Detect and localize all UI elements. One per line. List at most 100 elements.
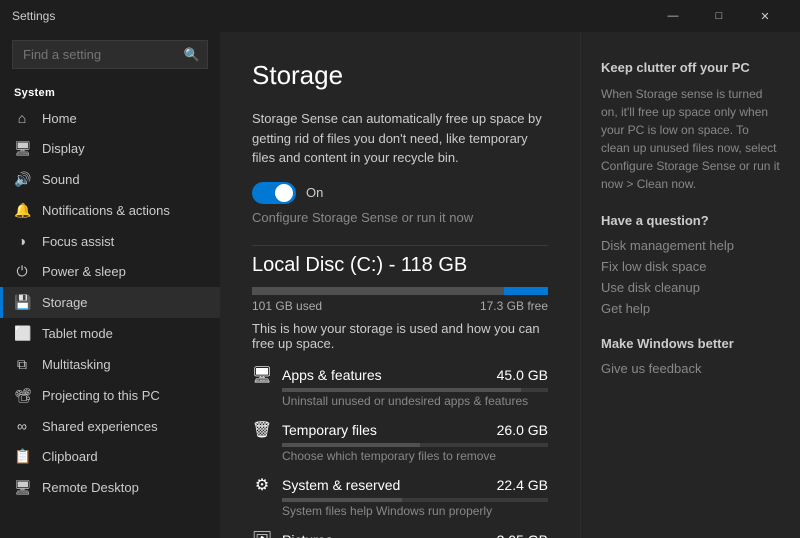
disk-bar-free	[504, 287, 548, 295]
sidebar-item-display[interactable]: 🖥 Display	[0, 133, 220, 164]
sidebar-item-remote[interactable]: 🖥 Remote Desktop	[0, 472, 220, 503]
panel-link[interactable]: Fix low disk space	[601, 259, 780, 274]
storage-item-bar-fill	[282, 388, 521, 392]
content-area: Storage Storage Sense can automatically …	[220, 32, 580, 538]
panel-section1-title: Keep clutter off your PC	[601, 60, 780, 75]
storage-item-bar-fill	[282, 498, 402, 502]
storage-item-bar-fill	[282, 443, 420, 447]
sidebar-item-multitasking[interactable]: ⧉ Multitasking	[0, 349, 220, 380]
sidebar-item-power-label: Power & sleep	[42, 264, 126, 279]
storage-item-header: 🗑 Temporary files 26.0 GB	[252, 420, 548, 440]
storage-item[interactable]: 🖼 Pictures 3.05 GB Manage the Pictures f…	[252, 530, 548, 538]
storage-item-desc: Uninstall unused or undesired apps & fea…	[282, 394, 548, 408]
storage-sense-toggle[interactable]	[252, 182, 296, 204]
sidebar-item-notifications-label: Notifications & actions	[42, 203, 170, 218]
maximize-button[interactable]: □	[696, 0, 742, 32]
sidebar-item-tablet[interactable]: ⬜ Tablet mode	[0, 318, 220, 349]
storage-item-name: Pictures	[282, 532, 468, 538]
shared-icon: ∞	[14, 418, 30, 434]
sidebar-item-home-label: Home	[42, 111, 77, 126]
remote-icon: 🖥	[14, 479, 30, 496]
sidebar-item-storage[interactable]: 💾 Storage	[0, 287, 220, 318]
titlebar-controls: — □ ✕	[650, 0, 788, 32]
disk-free-label: 17.3 GB free	[480, 299, 548, 313]
close-button[interactable]: ✕	[742, 0, 788, 32]
sidebar-section-label: System	[0, 81, 220, 103]
panel-section3: Make Windows better Give us feedback	[601, 336, 780, 376]
tablet-icon: ⬜	[14, 325, 30, 342]
clipboard-icon: 📋	[14, 448, 30, 465]
sidebar-item-projecting[interactable]: 📽 Projecting to this PC	[0, 380, 220, 411]
sidebar-item-shared[interactable]: ∞ Shared experiences	[0, 411, 220, 441]
sidebar-item-clipboard[interactable]: 📋 Clipboard	[0, 441, 220, 472]
storage-item-header: ⚙ System & reserved 22.4 GB	[252, 475, 548, 495]
minimize-button[interactable]: —	[650, 0, 696, 32]
panel-link[interactable]: Get help	[601, 301, 780, 316]
storage-item-desc: Choose which temporary files to remove	[282, 449, 548, 463]
panel-link[interactable]: Use disk cleanup	[601, 280, 780, 295]
storage-item-icon: 🖥	[252, 365, 272, 385]
display-icon: 🖥	[14, 140, 30, 157]
storage-item-desc: System files help Windows run properly	[282, 504, 548, 518]
storage-item-size: 22.4 GB	[478, 477, 548, 493]
notifications-icon: 🔔	[14, 202, 30, 219]
feedback-link[interactable]: Give us feedback	[601, 361, 780, 376]
storage-item-bar	[282, 388, 548, 392]
sidebar: 🔍 System ⌂ Home 🖥 Display 🔊 Sound 🔔 Noti…	[0, 32, 220, 538]
disk-bar-used	[252, 287, 504, 295]
disk-labels: 101 GB used 17.3 GB free	[252, 299, 548, 313]
storage-item-bar	[282, 498, 548, 502]
storage-item-name: Temporary files	[282, 422, 468, 438]
sidebar-item-focus[interactable]: ◑ Focus assist	[0, 226, 220, 256]
configure-link[interactable]: Configure Storage Sense or run it now	[252, 210, 548, 225]
sidebar-item-clipboard-label: Clipboard	[42, 449, 98, 464]
search-container: 🔍	[12, 40, 208, 69]
projecting-icon: 📽	[14, 387, 30, 404]
panel-section2: Have a question? Disk management help Fix…	[601, 213, 780, 316]
panel-link[interactable]: Disk management help	[601, 238, 780, 253]
storage-item-name: Apps & features	[282, 367, 468, 383]
panel-links-list: Disk management help Fix low disk space Us…	[601, 238, 780, 316]
multitasking-icon: ⧉	[14, 356, 30, 373]
sidebar-item-display-label: Display	[42, 141, 85, 156]
search-input[interactable]	[12, 40, 208, 69]
sidebar-item-home[interactable]: ⌂ Home	[0, 103, 220, 133]
sidebar-item-multitasking-label: Multitasking	[42, 357, 111, 372]
sidebar-item-focus-label: Focus assist	[42, 234, 114, 249]
storage-item-bar	[282, 443, 548, 447]
storage-item-header: 🖥 Apps & features 45.0 GB	[252, 365, 548, 385]
toggle-label: On	[306, 185, 323, 200]
storage-icon: 💾	[14, 294, 30, 311]
storage-item-size: 26.0 GB	[478, 422, 548, 438]
search-icon: 🔍	[184, 47, 200, 63]
toggle-row: On	[252, 182, 548, 204]
sidebar-item-sound[interactable]: 🔊 Sound	[0, 164, 220, 195]
storage-sense-description: Storage Sense can automatically free up …	[252, 109, 548, 168]
sidebar-item-shared-label: Shared experiences	[42, 419, 158, 434]
sidebar-item-notifications[interactable]: 🔔 Notifications & actions	[0, 195, 220, 226]
panel-section2-title: Have a question?	[601, 213, 780, 228]
disk-title: Local Disc (C:) - 118 GB	[252, 245, 548, 277]
home-icon: ⌂	[14, 110, 30, 126]
disk-subtitle: This is how your storage is used and how…	[252, 321, 548, 351]
sidebar-item-projecting-label: Projecting to this PC	[42, 388, 160, 403]
main-layout: 🔍 System ⌂ Home 🖥 Display 🔊 Sound 🔔 Noti…	[0, 32, 800, 538]
storage-items-list: 🖥 Apps & features 45.0 GB Uninstall unus…	[252, 365, 548, 538]
sidebar-item-power[interactable]: ⏻ Power & sleep	[0, 256, 220, 287]
power-icon: ⏻	[14, 263, 30, 280]
storage-item-header: 🖼 Pictures 3.05 GB	[252, 530, 548, 538]
panel-section1-text: When Storage sense is turned on, it'll f…	[601, 85, 780, 193]
storage-item[interactable]: 🖥 Apps & features 45.0 GB Uninstall unus…	[252, 365, 548, 408]
storage-item-size: 3.05 GB	[478, 532, 548, 538]
page-title: Storage	[252, 60, 548, 91]
disk-bar	[252, 287, 548, 295]
right-panel: Keep clutter off your PC When Storage se…	[580, 32, 800, 538]
storage-item-name: System & reserved	[282, 477, 468, 493]
focus-icon: ◑	[14, 233, 30, 249]
storage-item-icon: 🗑	[252, 420, 272, 440]
storage-item[interactable]: ⚙ System & reserved 22.4 GB System files…	[252, 475, 548, 518]
storage-item[interactable]: 🗑 Temporary files 26.0 GB Choose which t…	[252, 420, 548, 463]
sidebar-item-remote-label: Remote Desktop	[42, 480, 139, 495]
disk-used-label: 101 GB used	[252, 299, 322, 313]
sidebar-item-storage-label: Storage	[42, 295, 88, 310]
